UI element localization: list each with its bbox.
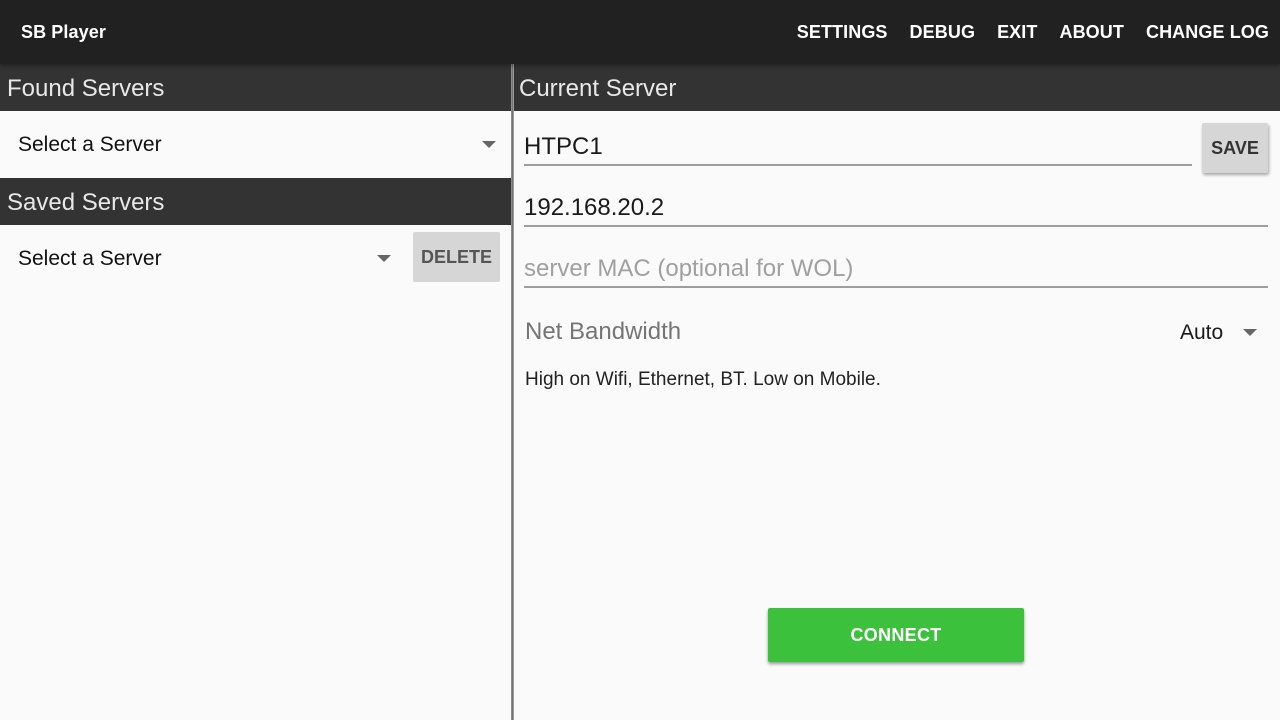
current-server-header: Current Server — [514, 64, 1280, 111]
found-servers-spinner[interactable]: Select a Server — [0, 111, 510, 178]
save-button[interactable]: SAVE — [1202, 123, 1268, 173]
found-servers-header: Found Servers — [0, 64, 512, 111]
server-mac-field[interactable] — [524, 252, 1268, 288]
saved-servers-header: Saved Servers — [0, 178, 512, 225]
net-bandwidth-value: Auto — [1180, 321, 1224, 344]
chevron-down-icon — [1243, 329, 1257, 336]
app-title: SB Player — [21, 22, 106, 42]
server-ip-field[interactable] — [524, 191, 1268, 227]
server-name-field[interactable] — [524, 130, 1192, 166]
bandwidth-hint: High on Wifi, Ethernet, BT. Low on Mobil… — [525, 369, 881, 390]
menu-debug[interactable]: DEBUG — [910, 22, 976, 43]
saved-servers-spinner[interactable]: Select a Server — [0, 225, 405, 292]
servers-pane: Found Servers Select a Server Saved Serv… — [0, 64, 512, 720]
delete-button[interactable]: DELETE — [413, 232, 500, 282]
action-menu: SETTINGS DEBUG EXIT ABOUT CHANGE LOG — [797, 22, 1269, 43]
net-bandwidth-spinner[interactable]: Auto — [1164, 310, 1272, 354]
menu-change-log[interactable]: CHANGE LOG — [1146, 22, 1269, 43]
menu-about[interactable]: ABOUT — [1059, 22, 1124, 43]
pane-divider[interactable] — [511, 64, 514, 720]
menu-exit[interactable]: EXIT — [997, 22, 1037, 43]
app-bar: SB Player SETTINGS DEBUG EXIT ABOUT CHAN… — [0, 0, 1280, 64]
saved-servers-spinner-value: Select a Server — [18, 247, 162, 270]
connect-button[interactable]: CONNECT — [768, 608, 1024, 662]
chevron-down-icon — [482, 141, 496, 148]
current-server-pane: Current Server SAVE Net Bandwidth Auto H… — [514, 64, 1280, 720]
net-bandwidth-label: Net Bandwidth — [525, 318, 682, 345]
found-servers-spinner-value: Select a Server — [18, 133, 162, 156]
chevron-down-icon — [377, 255, 391, 262]
menu-settings[interactable]: SETTINGS — [797, 22, 888, 43]
